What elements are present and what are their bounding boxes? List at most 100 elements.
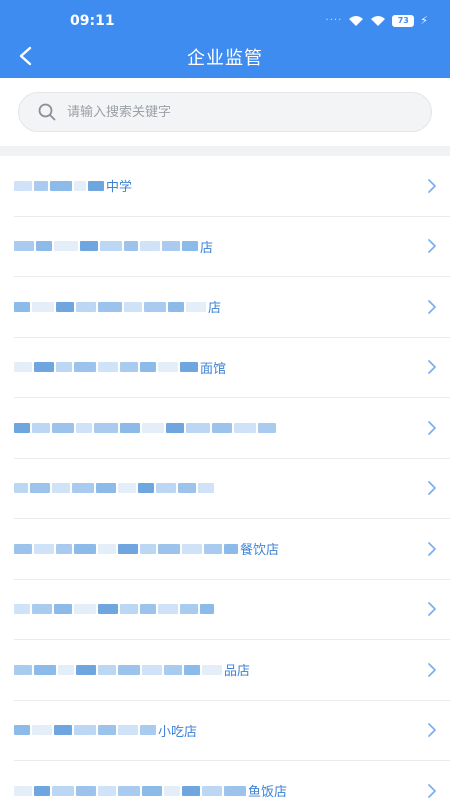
- mosaic-cell: [50, 180, 72, 191]
- mosaic-cell: [72, 483, 94, 494]
- mosaic-cell: [30, 483, 50, 494]
- mosaic-cell: [96, 483, 116, 494]
- app-header: 09:11 ···· 73 ⚡ 企业监管: [0, 0, 450, 78]
- search-input[interactable]: [67, 104, 387, 120]
- company-name: 店: [14, 296, 221, 318]
- company-list-item[interactable]: 店: [14, 217, 450, 277]
- company-name-suffix: 餐饮店: [240, 543, 280, 559]
- chevron-right-icon: [428, 360, 436, 375]
- wifi-icon-2: [371, 15, 386, 26]
- company-name: 面馆: [14, 356, 226, 378]
- mosaic-cell: [34, 543, 54, 554]
- mosaic-cell: [98, 604, 118, 615]
- company-name-suffix: 鱼饭店: [248, 785, 288, 800]
- section-divider: [0, 146, 450, 156]
- company-list-item[interactable]: [14, 459, 450, 519]
- mosaic-cell: [158, 362, 178, 373]
- mosaic-cell: [34, 664, 56, 675]
- charging-icon: ⚡: [420, 14, 428, 27]
- battery-level: 73: [397, 15, 409, 25]
- mosaic-cell: [32, 604, 52, 615]
- mosaic-cell: [120, 362, 138, 373]
- mosaic-cell: [258, 422, 276, 433]
- mosaic-cell: [32, 301, 54, 312]
- mosaic-cell: [34, 785, 50, 796]
- mosaic-cell: [212, 422, 232, 433]
- mosaic-cell: [184, 664, 200, 675]
- mosaic-cell: [98, 543, 116, 554]
- mosaic-cell: [76, 301, 96, 312]
- mosaic-cell: [74, 604, 96, 615]
- page-title: 企业监管: [187, 48, 263, 69]
- search-box[interactable]: [18, 92, 432, 132]
- mosaic-cell: [120, 422, 140, 433]
- mosaic-cell: [182, 241, 198, 252]
- chevron-right-icon: [428, 783, 436, 798]
- company-list-item[interactable]: 餐饮店: [14, 519, 450, 580]
- company-list-item[interactable]: 品店: [14, 640, 450, 701]
- company-name: 品店: [14, 659, 250, 681]
- mosaic-cell: [158, 604, 178, 615]
- mosaic-cell: [74, 543, 96, 554]
- company-list-item[interactable]: [14, 398, 450, 459]
- company-name: [14, 417, 278, 439]
- redacted-name-mosaic: [14, 362, 198, 373]
- redacted-name-mosaic: [14, 483, 214, 494]
- search-icon: [38, 103, 56, 121]
- mosaic-cell: [166, 422, 184, 433]
- mosaic-cell: [52, 422, 74, 433]
- mosaic-cell: [200, 604, 214, 615]
- chevron-right-icon: [428, 420, 436, 435]
- mosaic-cell: [14, 301, 30, 312]
- mosaic-cell: [52, 785, 74, 796]
- chevron-right-icon: [428, 541, 436, 556]
- chevron-right-icon: [428, 662, 436, 677]
- mosaic-cell: [98, 664, 116, 675]
- mosaic-cell: [224, 543, 238, 554]
- mosaic-cell: [14, 664, 32, 675]
- company-name: 小吃店: [14, 719, 197, 741]
- mosaic-cell: [162, 241, 180, 252]
- mosaic-cell: [124, 241, 138, 252]
- mosaic-cell: [14, 483, 28, 494]
- mosaic-cell: [124, 301, 142, 312]
- mosaic-cell: [164, 785, 180, 796]
- mosaic-cell: [118, 725, 138, 736]
- redacted-name-mosaic: [14, 241, 198, 252]
- mosaic-cell: [14, 725, 30, 736]
- company-list-item[interactable]: 中学: [14, 156, 450, 217]
- company-name-suffix: 店: [200, 240, 214, 256]
- redacted-name-mosaic: [14, 664, 222, 675]
- company-name: 鱼饭店: [14, 780, 287, 800]
- company-list-item[interactable]: 面馆: [14, 338, 450, 398]
- mosaic-cell: [14, 543, 32, 554]
- chevron-right-icon: [428, 299, 436, 314]
- company-list-item[interactable]: 鱼饭店: [14, 761, 450, 800]
- mosaic-cell: [52, 483, 70, 494]
- mosaic-cell: [186, 422, 210, 433]
- company-name-suffix: 小吃店: [158, 724, 198, 740]
- mosaic-cell: [118, 483, 136, 494]
- company-name-suffix: 中学: [106, 180, 133, 196]
- nav-bar: 企业监管: [0, 36, 450, 76]
- mosaic-cell: [14, 362, 32, 373]
- company-list-item[interactable]: 店: [14, 277, 450, 338]
- mosaic-cell: [32, 725, 52, 736]
- company-name: 餐饮店: [14, 538, 279, 560]
- mosaic-cell: [56, 301, 74, 312]
- mosaic-cell: [140, 543, 156, 554]
- mosaic-cell: [94, 422, 118, 433]
- mosaic-cell: [76, 664, 96, 675]
- redacted-name-mosaic: [14, 301, 206, 312]
- redacted-name-mosaic: [14, 543, 238, 554]
- chevron-right-icon: [428, 481, 436, 496]
- mosaic-cell: [202, 664, 222, 675]
- company-list-item[interactable]: [14, 580, 450, 640]
- mosaic-cell: [58, 664, 74, 675]
- mosaic-cell: [142, 785, 162, 796]
- company-name-suffix: 面馆: [200, 361, 227, 377]
- search-section: [0, 78, 450, 146]
- company-list-item[interactable]: 小吃店: [14, 701, 450, 761]
- mosaic-cell: [118, 785, 140, 796]
- mosaic-cell: [144, 301, 166, 312]
